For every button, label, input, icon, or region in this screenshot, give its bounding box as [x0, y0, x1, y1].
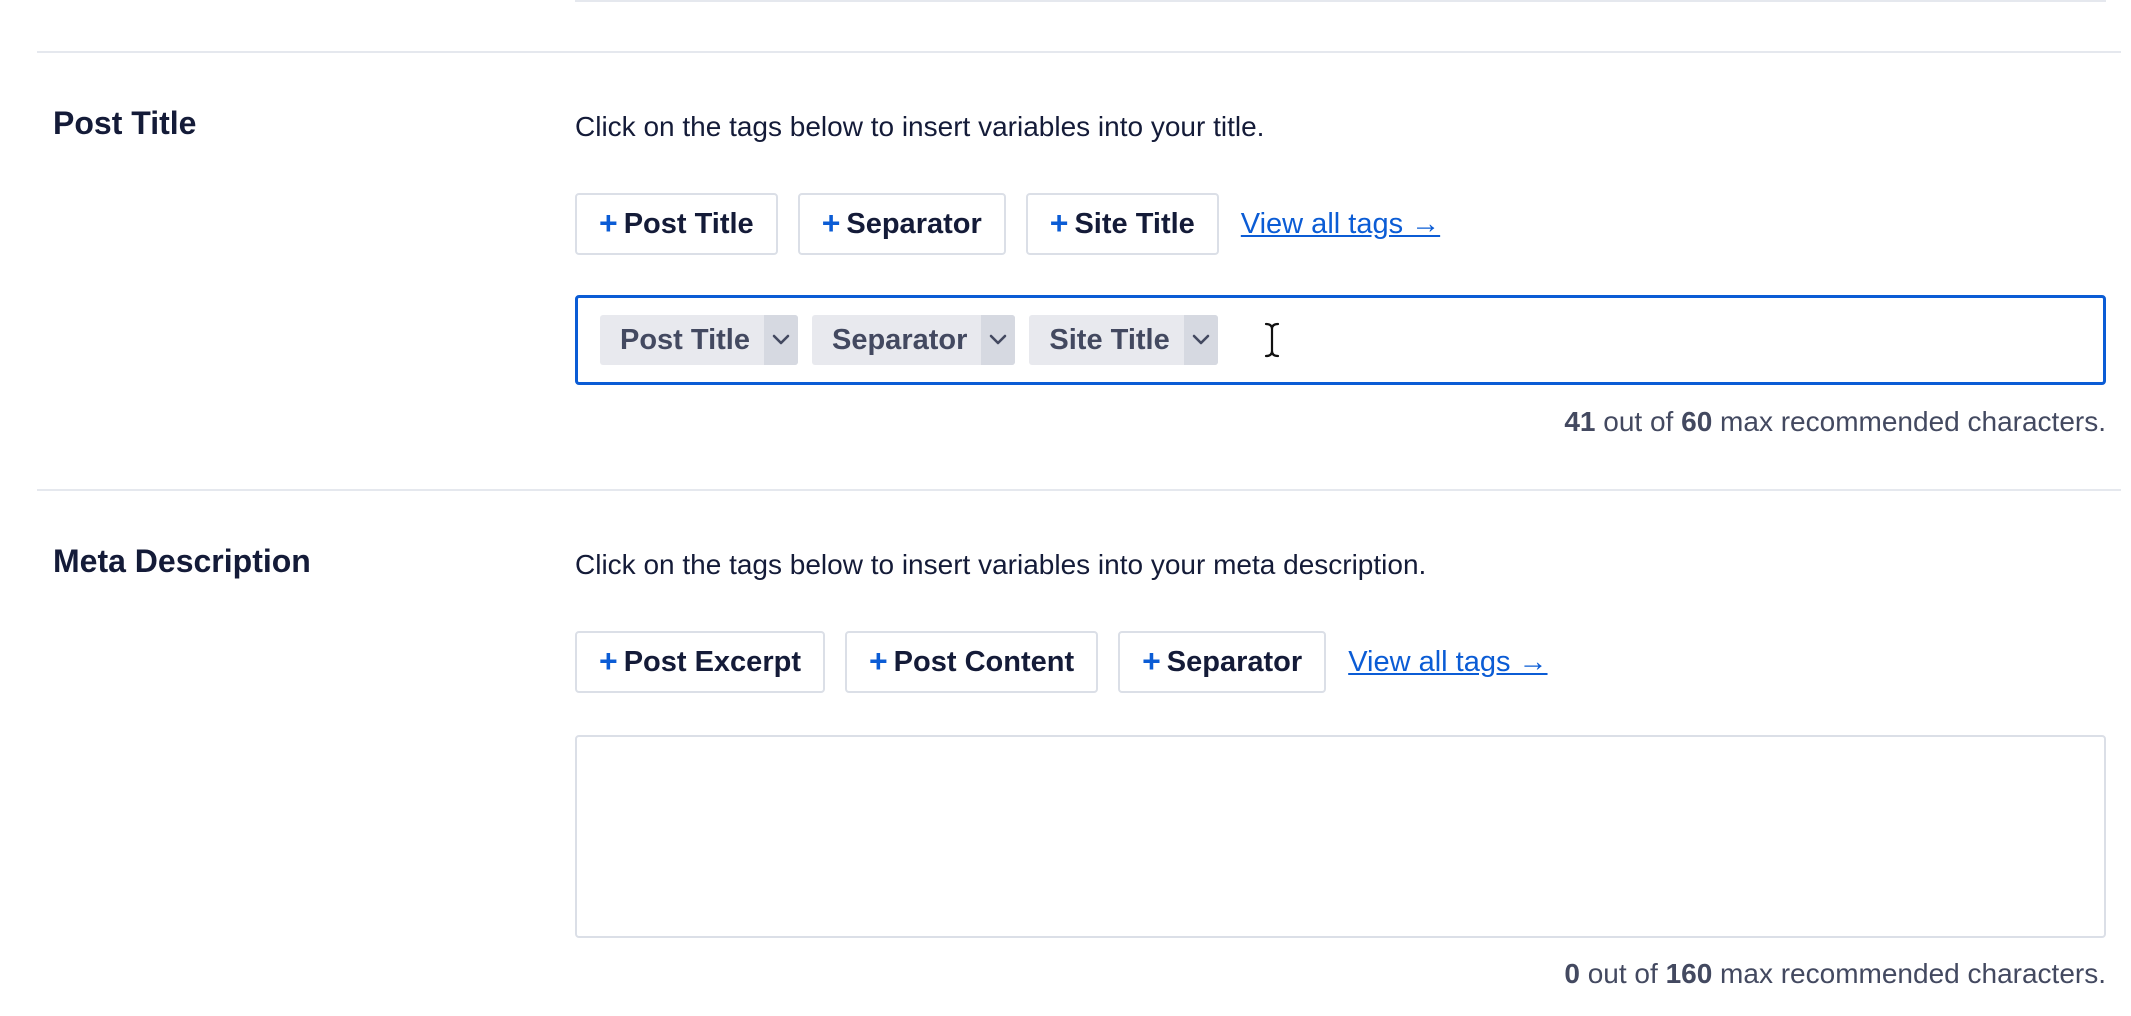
chip-dropdown-toggle[interactable]: [764, 315, 798, 365]
chip-label: Site Title: [1049, 323, 1170, 356]
char-count-mid: out of: [1579, 958, 1666, 989]
add-site-title-tag-button[interactable]: + Site Title: [1025, 193, 1219, 255]
chevron-down-icon: [772, 334, 790, 345]
tag-button-row: + Post Title + Separator + Site Title Vi…: [575, 193, 1440, 255]
plus-icon: +: [599, 204, 618, 241]
chip-label: Separator: [832, 323, 968, 356]
plus-icon: +: [1142, 642, 1161, 679]
settings-page: Post Title Click on the tags below to in…: [0, 0, 2131, 1016]
add-post-excerpt-tag-button[interactable]: + Post Excerpt: [575, 631, 825, 693]
tag-button-label: Post Excerpt: [623, 645, 801, 678]
add-separator-tag-button[interactable]: + Separator: [797, 193, 1006, 255]
plus-icon: +: [1049, 204, 1069, 241]
char-count-suffix: max recommended characters.: [1712, 958, 2106, 989]
add-post-content-tag-button[interactable]: + Post Content: [844, 631, 1099, 693]
char-count-suffix: max recommended characters.: [1712, 406, 2106, 437]
meta-description-textarea[interactable]: [575, 735, 2106, 938]
char-count-current: 41: [1564, 406, 1596, 437]
chevron-down-icon: [1192, 334, 1210, 345]
tag-button-label: Post Title: [623, 207, 754, 240]
chip-label: Post Title: [620, 323, 750, 356]
tag-button-label: Separator: [1166, 645, 1303, 678]
plus-icon: +: [868, 642, 888, 679]
tag-button-label: Separator: [846, 207, 982, 240]
top-divider: [575, 0, 2106, 2]
plus-icon: +: [599, 642, 618, 679]
char-count-max: 60: [1681, 406, 1713, 437]
section-heading: Meta Description: [53, 543, 311, 579]
plus-icon: +: [821, 204, 841, 241]
tag-button-row: + Post Excerpt + Post Content + Separato…: [575, 631, 1548, 693]
chip-dropdown-toggle[interactable]: [981, 315, 1016, 365]
section-description: Click on the tags below to insert variab…: [575, 111, 1265, 142]
tag-chip-site-title[interactable]: Site Title: [1029, 315, 1218, 365]
tag-button-label: Site Title: [1074, 207, 1195, 240]
character-count: 41 out of 60 max recommended characters.: [1564, 406, 2106, 438]
tag-chip-post-title[interactable]: Post Title: [600, 315, 798, 365]
post-title-section: Post Title Click on the tags below to in…: [0, 53, 2131, 489]
char-count-mid: out of: [1595, 406, 1682, 437]
section-heading: Post Title: [53, 105, 197, 141]
character-count: 0 out of 160 max recommended characters.: [1564, 958, 2106, 990]
meta-description-section: Meta Description Click on the tags below…: [0, 491, 2131, 1016]
chip-dropdown-toggle[interactable]: [1183, 315, 1218, 365]
tag-chip-separator[interactable]: Separator: [812, 315, 1016, 365]
chevron-down-icon: [990, 334, 1007, 345]
char-count-current: 0: [1564, 958, 1580, 989]
tag-button-label: Post Content: [893, 645, 1075, 678]
i-beam-cursor-icon: [1262, 321, 1282, 359]
add-post-title-tag-button[interactable]: + Post Title: [575, 193, 778, 255]
post-title-input[interactable]: Post Title Separator Site Title: [575, 295, 2106, 385]
view-all-tags-link[interactable]: View all tags →: [1241, 208, 1440, 241]
char-count-max: 160: [1665, 958, 1713, 989]
view-all-tags-link[interactable]: View all tags →: [1348, 646, 1547, 679]
add-separator-tag-button[interactable]: + Separator: [1118, 631, 1327, 693]
section-description: Click on the tags below to insert variab…: [575, 549, 1427, 580]
